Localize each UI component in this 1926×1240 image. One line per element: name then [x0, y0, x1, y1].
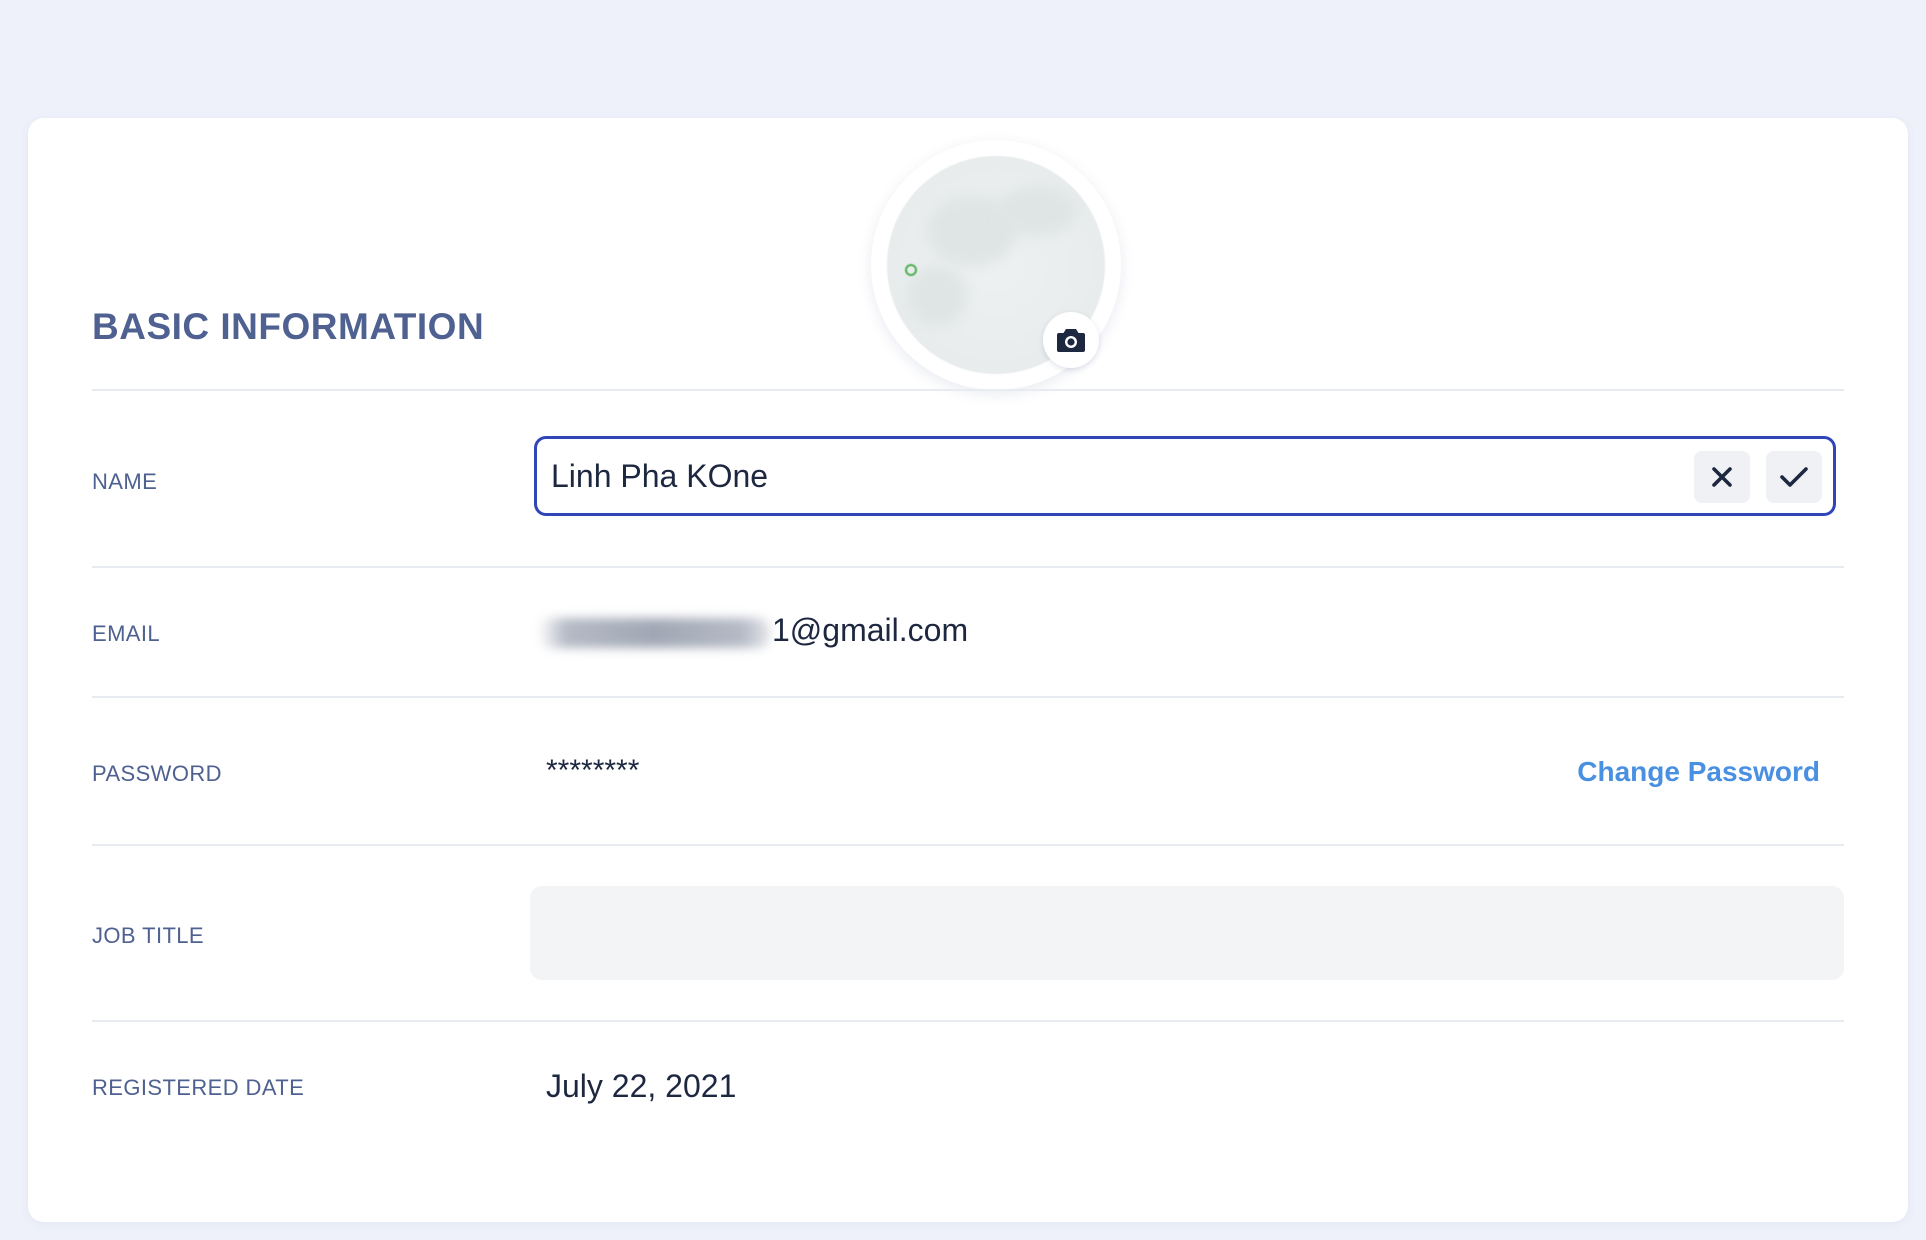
camera-icon: [1057, 329, 1085, 352]
email-value: 1@gmail.com: [538, 612, 968, 649]
password-label: PASSWORD: [92, 761, 222, 786]
job-title-input[interactable]: [530, 886, 1844, 980]
avatar[interactable]: [871, 140, 1121, 390]
password-value: ********: [546, 754, 640, 787]
cancel-edit-button[interactable]: [1694, 451, 1750, 503]
save-name-button[interactable]: [1766, 451, 1822, 503]
profile-card: BASIC INFORMATION NAME EMAIL 1@gmail.com…: [28, 118, 1908, 1222]
name-label: NAME: [92, 469, 158, 494]
registered-date-value: July 22, 2021: [546, 1068, 737, 1104]
section-title: BASIC INFORMATION: [92, 306, 485, 347]
change-avatar-button[interactable]: [1043, 312, 1099, 368]
registered-date-label: REGISTERED DATE: [92, 1075, 305, 1100]
name-input[interactable]: [551, 452, 1651, 500]
check-icon: [1780, 467, 1808, 487]
email-label: EMAIL: [92, 621, 161, 646]
email-visible-part: 1@gmail.com: [772, 612, 969, 648]
divider: [92, 696, 1844, 698]
job-title-label: JOB TITLE: [92, 923, 204, 948]
divider: [92, 389, 1844, 391]
change-password-link[interactable]: Change Password: [1577, 756, 1820, 788]
divider: [92, 844, 1844, 846]
email-redacted: [538, 617, 770, 648]
divider: [92, 1020, 1844, 1022]
name-field[interactable]: [534, 436, 1836, 516]
divider: [92, 566, 1844, 568]
close-icon: [1712, 467, 1732, 487]
